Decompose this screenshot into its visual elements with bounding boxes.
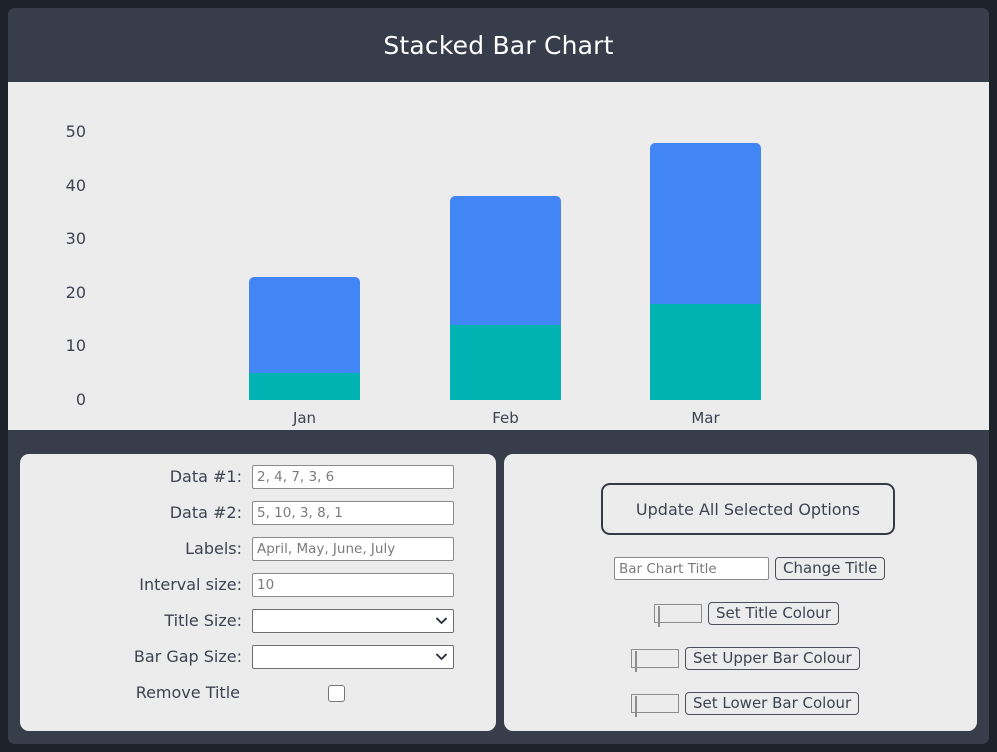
change-title-button[interactable]: Change Title	[775, 557, 886, 580]
chart-panel: 0 10 20 30 40 50 Jan Feb Mar	[8, 82, 989, 430]
labels-label: Labels:	[185, 539, 242, 558]
remove-title-label: Remove Title	[135, 683, 240, 702]
lower-bar-colour-row: Set Lower Bar Colour	[631, 692, 860, 717]
field-row-interval: Interval size:	[20, 572, 496, 598]
interval-size-label: Interval size:	[139, 575, 242, 594]
update-all-selected-options-button[interactable]: Update All Selected Options	[601, 483, 895, 535]
data2-label: Data #2:	[169, 503, 242, 522]
left-controls-card: Data #1: Data #2: Labels: Interval size:…	[20, 454, 496, 731]
field-row-data1: Data #1:	[20, 464, 496, 490]
upper-bar-colour-fill	[635, 651, 637, 672]
labels-input[interactable]	[252, 537, 454, 561]
data1-label: Data #1:	[169, 467, 242, 486]
bar-segment-lower	[450, 324, 561, 400]
data2-input[interactable]	[252, 501, 454, 525]
title-size-select-wrap	[252, 609, 454, 633]
field-row-remove-title: Remove Title	[20, 680, 496, 706]
bar-gap-size-select[interactable]	[252, 645, 454, 669]
lower-bar-colour-swatch[interactable]	[631, 694, 679, 717]
stacked-bar-chart: 0 10 20 30 40 50 Jan Feb Mar	[8, 82, 989, 430]
y-axis-tick-label: 10	[65, 336, 86, 356]
bar-stack	[650, 142, 761, 400]
bar-segment-upper	[249, 276, 360, 374]
bar-segment-lower	[650, 303, 761, 400]
field-row-title-size: Title Size:	[20, 608, 496, 634]
bar-segment-upper	[650, 142, 761, 304]
bar-stack	[249, 276, 360, 400]
interval-size-input[interactable]	[252, 573, 454, 597]
y-axis-tick-label: 30	[65, 229, 86, 249]
field-row-labels: Labels:	[20, 536, 496, 562]
data1-input[interactable]	[252, 465, 454, 489]
y-axis-tick-label: 0	[75, 390, 86, 409]
upper-bar-colour-swatch[interactable]	[631, 649, 679, 672]
title-text-row: Change Title	[614, 557, 886, 580]
y-axis-tick-label: 20	[65, 282, 86, 302]
app-window: Stacked Bar Chart 0 10 20 30 40 50 Jan Feb Mar D…	[8, 8, 989, 744]
field-row-bar-gap: Bar Gap Size:	[20, 644, 496, 670]
title-size-label: Title Size:	[164, 611, 242, 630]
bar-segment-upper	[450, 196, 561, 325]
controls-region: Data #1: Data #2: Labels: Interval size:…	[8, 430, 989, 744]
y-axis-tick-label: 40	[65, 175, 86, 195]
set-lower-bar-colour-button[interactable]: Set Lower Bar Colour	[685, 692, 860, 715]
x-axis-tick-label: Jan	[292, 409, 317, 427]
x-axis-tick-label: Mar	[691, 409, 720, 427]
chart-title-bar: Stacked Bar Chart	[8, 8, 989, 82]
bar-gap-size-label: Bar Gap Size:	[133, 647, 242, 666]
title-colour-fill	[658, 606, 660, 627]
chart-title-input[interactable]	[614, 557, 769, 580]
field-row-data2: Data #2:	[20, 500, 496, 526]
title-size-select[interactable]	[252, 609, 454, 633]
y-axis-tick-label: 50	[65, 122, 86, 141]
x-axis-tick-label: Feb	[492, 409, 519, 427]
set-title-colour-button[interactable]: Set Title Colour	[708, 602, 839, 625]
page-title: Stacked Bar Chart	[383, 30, 614, 60]
title-colour-swatch[interactable]	[654, 604, 702, 627]
upper-bar-colour-row: Set Upper Bar Colour	[631, 647, 860, 672]
bar-segment-lower	[249, 373, 360, 400]
set-upper-bar-colour-button[interactable]: Set Upper Bar Colour	[685, 647, 860, 670]
title-colour-row: Set Title Colour	[654, 602, 839, 627]
right-controls-card: Update All Selected Options Change Title…	[504, 454, 977, 731]
bar-gap-select-wrap	[252, 645, 454, 669]
lower-bar-colour-fill	[635, 696, 637, 717]
remove-title-checkbox[interactable]	[328, 684, 345, 702]
bar-stack	[450, 196, 561, 400]
